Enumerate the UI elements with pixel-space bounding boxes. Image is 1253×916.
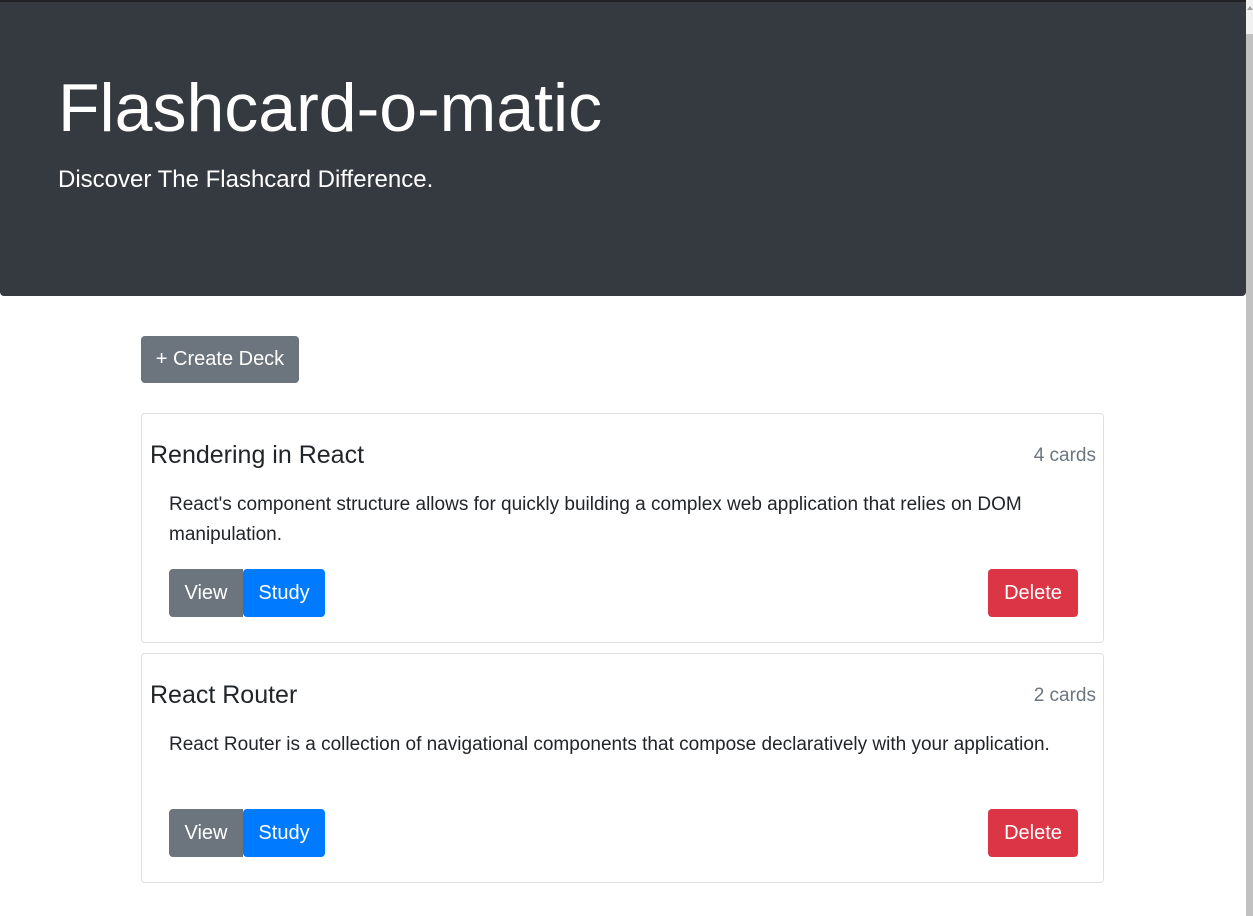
deck-name: React Router [150,681,298,709]
delete-deck-button[interactable]: Delete [988,569,1078,617]
deck-description: React Router is a collection of navigati… [169,734,1050,755]
deck-name: Rendering in React [150,441,365,469]
vertical-scrollbar[interactable] [1246,0,1253,916]
view-deck-button[interactable]: View [169,809,243,857]
page: Flashcard-o-matic Discover The Flashcard… [0,0,1253,916]
deck-card: React Router 2 cards React Router is a c… [141,653,1104,883]
create-deck-button[interactable]: + Create Deck [141,336,299,383]
app-subtitle: Discover The Flashcard Difference. [58,166,434,193]
deck-description: React's component structure allows for q… [169,494,1022,545]
scrollbar-thumb[interactable] [1246,34,1253,916]
deck-list: Rendering in React 4 cards React's compo… [141,413,1104,893]
deck-card-count: 4 cards [1033,445,1096,466]
app-title: Flashcard-o-matic [58,70,603,146]
deck-card-count: 2 cards [1033,685,1096,706]
delete-deck-button[interactable]: Delete [988,809,1078,857]
study-deck-button[interactable]: Study [243,569,325,617]
header-banner: Flashcard-o-matic Discover The Flashcard… [0,2,1246,296]
study-deck-button[interactable]: Study [243,809,325,857]
deck-card: Rendering in React 4 cards React's compo… [141,413,1104,643]
scroll-up-arrow-icon[interactable] [1247,6,1253,10]
view-deck-button[interactable]: View [169,569,243,617]
